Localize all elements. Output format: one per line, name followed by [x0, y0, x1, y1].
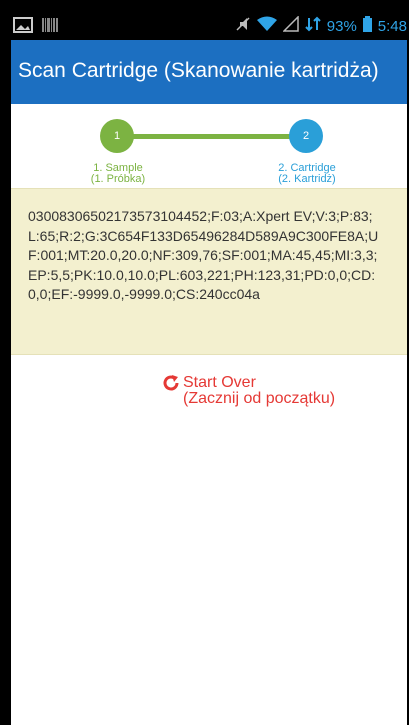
app-bar: Scan Cartridge (Skanowanie kartridża) [11, 40, 407, 104]
status-right: 93% 5:48 [235, 15, 407, 36]
data-icon [305, 16, 321, 36]
battery-percent: 93% [326, 17, 357, 35]
start-over-line1: Start Over [183, 374, 256, 391]
step-connector [119, 134, 305, 139]
start-over-button[interactable]: Start Over (Zacznij od początku) [161, 375, 335, 407]
wifi-icon [256, 16, 277, 36]
scan-data-panel: 03008306502173573104452;F:03;A:Xpert EV;… [11, 188, 407, 355]
step-1-label: 1. Sample (1. Próbka) [76, 163, 160, 185]
image-icon [13, 17, 33, 37]
stepper: 1 2 1. Sample (1. Próbka) 2. Cartridge (… [11, 104, 407, 200]
status-time: 5:48 [377, 17, 407, 35]
scan-data-text: 03008306502173573104452;F:03;A:Xpert EV;… [28, 208, 379, 302]
page-title: Scan Cartridge (Skanowanie kartridża) [18, 59, 379, 82]
battery-icon [362, 16, 372, 36]
mute-icon [235, 16, 251, 36]
status-bar: 93% 5:48 [11, 12, 407, 40]
step-2-label-line2: (2. Kartridż) [278, 173, 336, 185]
status-left [13, 17, 59, 37]
start-over-label: Start Over (Zacznij od początku) [183, 375, 335, 407]
barcode-icon [41, 17, 59, 37]
step-1-label-line2: (1. Próbka) [90, 173, 146, 185]
step-2-label: 2. Cartridge (2. Kartridż) [265, 163, 349, 185]
refresh-icon [161, 373, 183, 395]
app-screen: 93% 5:48 Scan Cartridge (Skanowanie kart… [11, 12, 407, 725]
signal-icon [281, 15, 299, 36]
step-1-circle: 1 [100, 119, 134, 153]
step-2-circle: 2 [289, 119, 323, 153]
start-over-line2: (Zacznij od początku) [183, 390, 336, 407]
